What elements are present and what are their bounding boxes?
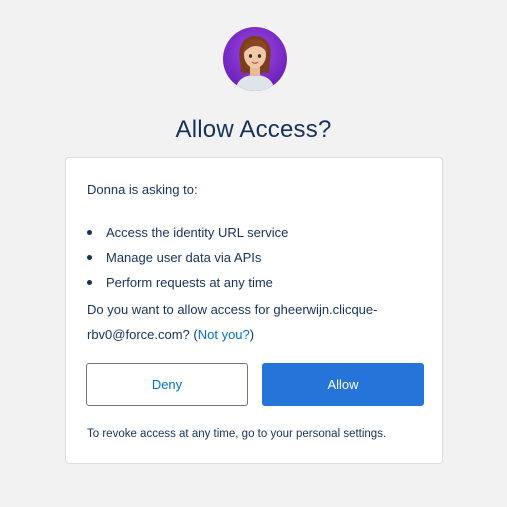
scope-label: Perform requests at any time: [106, 275, 273, 290]
bullet-icon: [87, 255, 92, 260]
scope-label: Manage user data via APIs: [106, 250, 262, 265]
oauth-consent-page: Allow Access? Donna is asking to: Access…: [0, 0, 507, 507]
list-item: Perform requests at any time: [87, 270, 288, 295]
page-title: Allow Access?: [175, 116, 332, 143]
list-item: Manage user data via APIs: [87, 245, 288, 270]
list-item: Access the identity URL service: [87, 220, 288, 245]
deny-button[interactable]: Deny: [86, 363, 248, 406]
scope-label: Access the identity URL service: [106, 225, 289, 240]
request-intro: Donna is asking to:: [87, 182, 198, 197]
allow-question: Do you want to allow access for gheerwij…: [87, 297, 427, 347]
bullet-icon: [87, 230, 92, 235]
bullet-icon: [87, 280, 92, 285]
revoke-note: To revoke access at any time, go to your…: [87, 428, 387, 440]
user-avatar-icon: [223, 27, 287, 91]
allow-button[interactable]: Allow: [262, 363, 424, 406]
not-you-link[interactable]: Not you?: [198, 327, 250, 342]
scope-list: Access the identity URL service Manage u…: [87, 220, 288, 295]
question-close: ): [249, 327, 255, 342]
consent-card: Donna is asking to: Access the identity …: [65, 157, 443, 464]
